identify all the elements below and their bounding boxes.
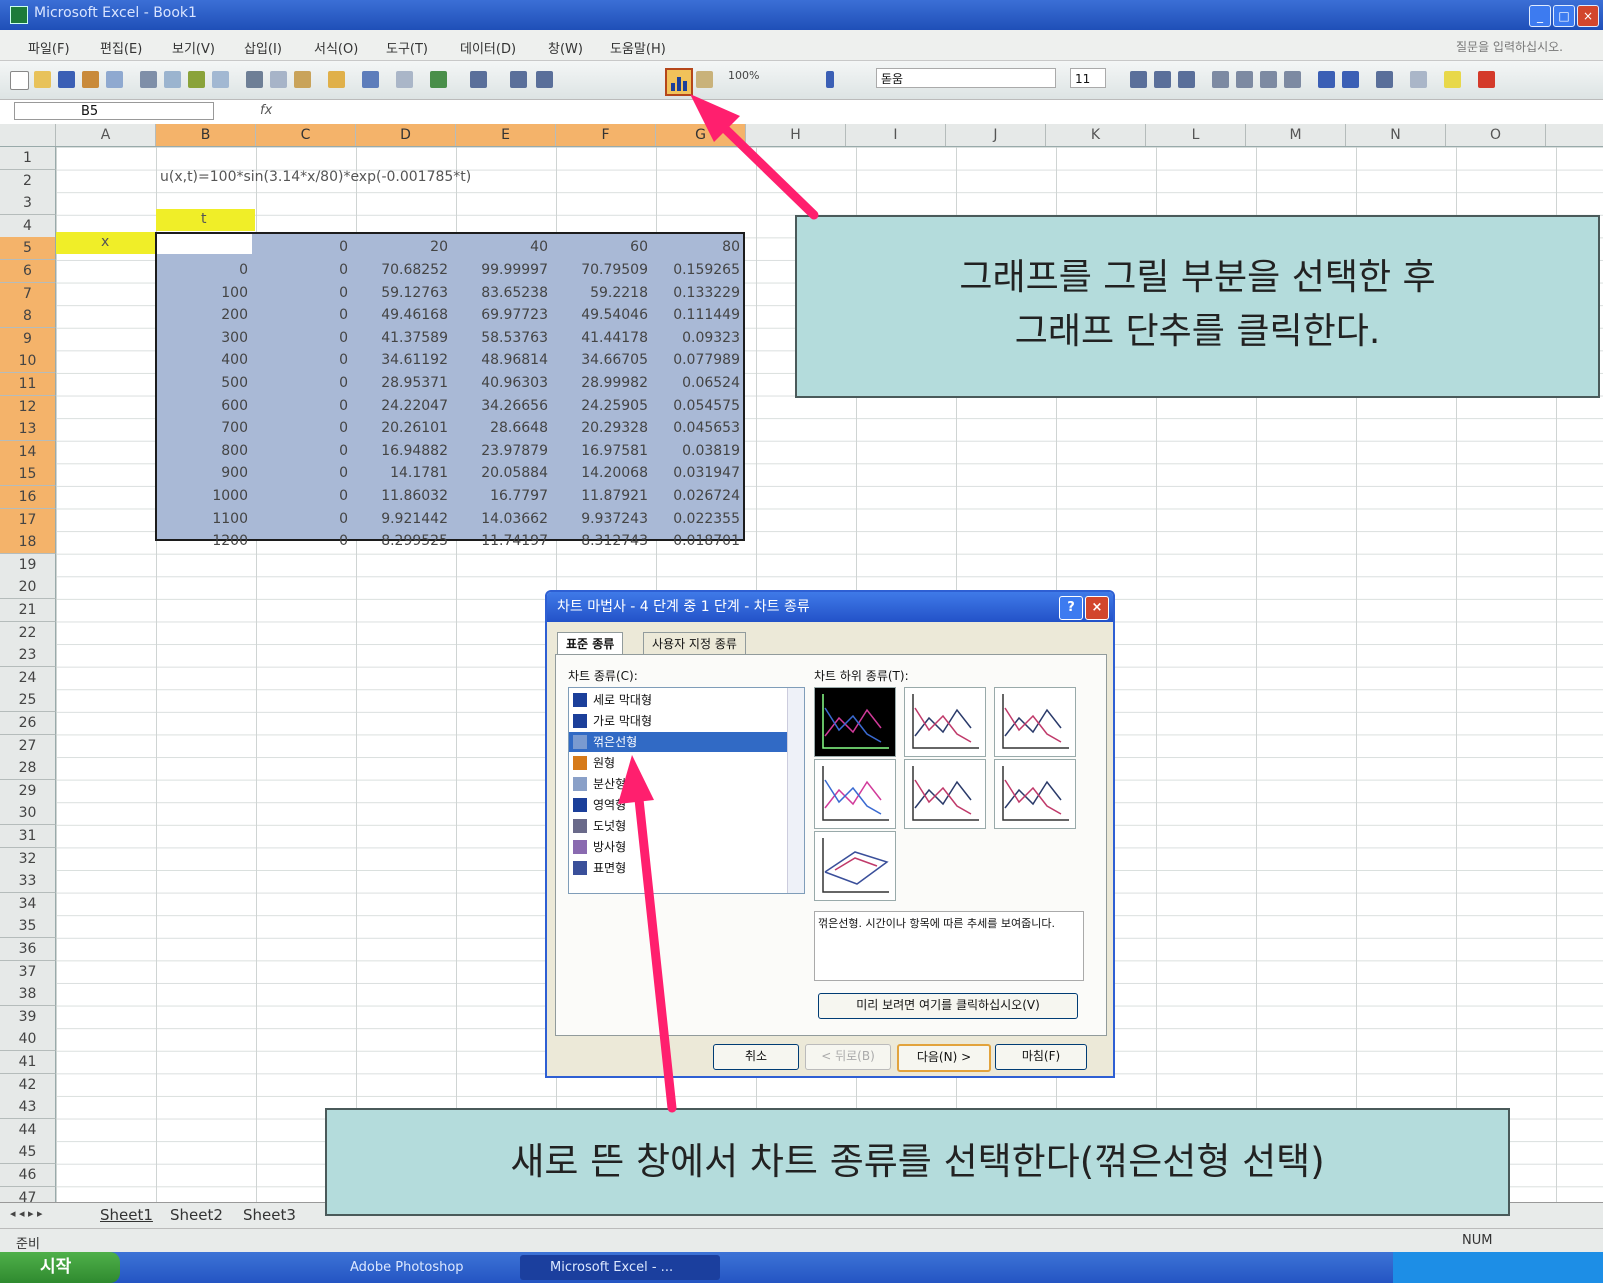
arrow-to-line-chart-type	[618, 755, 677, 1113]
arrow-to-chart-button	[690, 94, 819, 220]
annotation-arrows	[618, 94, 819, 1113]
